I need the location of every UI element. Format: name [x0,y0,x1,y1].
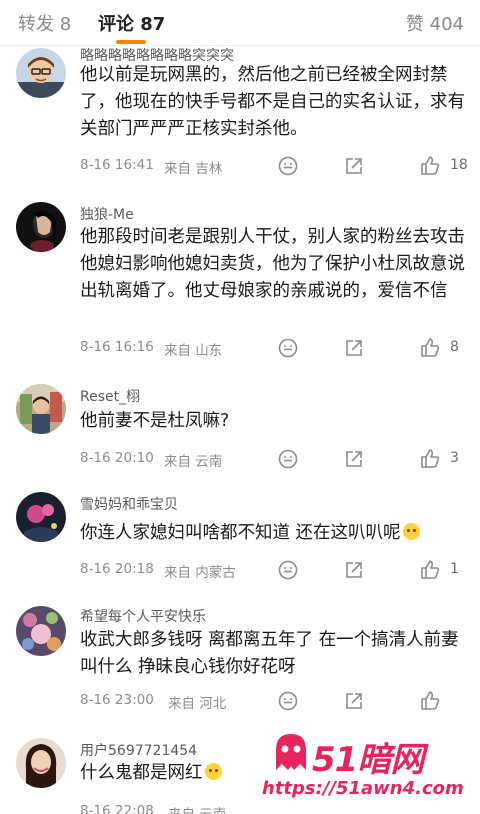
comment-location: 来自 云南 [164,454,223,470]
share-icon[interactable] [342,558,366,582]
reply-icon[interactable] [276,447,300,471]
tab-comments[interactable]: 评论 87 [98,10,165,36]
tab-likes[interactable]: 赞 404 [406,10,464,36]
comment-time: 8-16 20:10 [80,450,154,466]
comment-location: 来自 吉林 [164,161,223,177]
avatar[interactable] [16,202,66,252]
like-count: 8 [450,339,459,355]
comment-text: 他以前是玩网黑的，然后他之前已经被全网封禁了，他现在的快手号都不是自己的实名认证… [80,65,465,139]
watermark-url: https://51awn4.com [262,778,464,799]
comment-time: 8-16 16:16 [80,339,154,355]
comment-text: 他前妻不是杜凤嘛? [80,411,230,431]
reply-icon[interactable] [276,336,300,360]
like-count: 18 [450,157,468,173]
comment-location: 来自 山东 [164,343,223,359]
comment-time: 8-16 20:18 [80,561,154,577]
watermark-brand: 51暗网 [312,740,424,780]
comment-text: 你连人家媳妇叫啥都不知道 还在这叭叭呢 [80,520,466,547]
reply-icon[interactable] [276,558,300,582]
comment-item: 独狼-Me 他那段时间老是跟别人干仗，别人家的粉丝去攻击他媳妇影响他媳妇卖货，他… [0,200,480,370]
comment-time: 8-16 23:00 [80,692,154,708]
username[interactable]: 希望每个人平安快乐 [80,606,206,626]
comment-meta: 8-16 16:16 来自 山东 8 [80,336,466,360]
active-tab-indicator [116,40,146,44]
comment-meta: 8-16 20:10 来自 云南 3 [80,447,466,471]
like-icon[interactable] [418,689,442,713]
smiling-emoji-icon [402,523,420,540]
share-icon[interactable] [342,447,366,471]
avatar[interactable] [16,48,66,98]
avatar[interactable] [16,492,66,542]
comment-meta: 8-16 23:00 来自 河北 [80,689,466,713]
comment-text: 他那段时间老是跟别人干仗，别人家的粉丝去攻击他媳妇影响他媳妇卖货，他为了保护小杜… [80,227,465,301]
comment-meta: 8-16 20:18 来自 内蒙古 1 [80,558,466,582]
avatar[interactable] [16,738,66,788]
comment-item: Reset_栩 他前妻不是杜凤嘛? 8-16 20:10 来自 云南 3 [0,384,480,474]
tab-reposts[interactable]: 转发 8 [18,10,71,36]
comment-meta: 8-16 16:41 来自 吉林 18 [80,154,468,178]
comment-item: 略略略略略略略略突突突 他以前是玩网黑的，然后他之前已经被全网封禁了，他现在的快… [0,46,480,186]
comment-item: 雪妈妈和乖宝贝 你连人家媳妇叫啥都不知道 还在这叭叭呢 8-16 20:18 来… [0,492,480,582]
share-icon[interactable] [342,336,366,360]
username[interactable]: 用户5697721454 [80,740,197,760]
avatar[interactable] [16,384,66,434]
like-count: 3 [450,450,459,466]
crying-emoji-icon [204,763,222,780]
watermark: 51暗网 https://51awn4.com [262,728,472,806]
comment-text: 收武大郎多钱呀 离都离五年了 在一个搞清人前妻叫什么 挣昧良心钱你好花呀 [80,630,459,677]
username[interactable]: 雪妈妈和乖宝贝 [80,494,178,514]
like-icon[interactable] [418,447,442,471]
avatar[interactable] [16,606,66,656]
share-icon[interactable] [342,154,366,178]
reply-icon[interactable] [276,689,300,713]
username[interactable]: Reset_栩 [80,386,140,406]
comment-text-body: 什么鬼都是网红 [80,763,203,783]
comment-tabs: 转发 8 评论 87 赞 404 [0,0,480,46]
like-icon[interactable] [418,154,442,178]
username[interactable]: 独狼-Me [80,204,134,224]
reply-icon[interactable] [276,154,300,178]
watermark-logo-icon [276,734,306,770]
comment-text-body: 你连人家媳妇叫啥都不知道 还在这叭叭呢 [80,523,401,543]
comment-location: 来自 云南 [168,803,226,814]
comment-location: 来自 内蒙古 [164,565,236,581]
like-icon[interactable] [418,336,442,360]
comment-location: 来自 河北 [168,696,227,712]
like-icon[interactable] [418,558,442,582]
like-count: 1 [450,561,459,577]
share-icon[interactable] [342,689,366,713]
comment-item: 希望每个人平安快乐 收武大郎多钱呀 离都离五年了 在一个搞清人前妻叫什么 挣昧良… [0,604,480,719]
comment-time: 8-16 16:41 [80,157,154,173]
comment-time: 8-16 22:08 [80,803,154,814]
